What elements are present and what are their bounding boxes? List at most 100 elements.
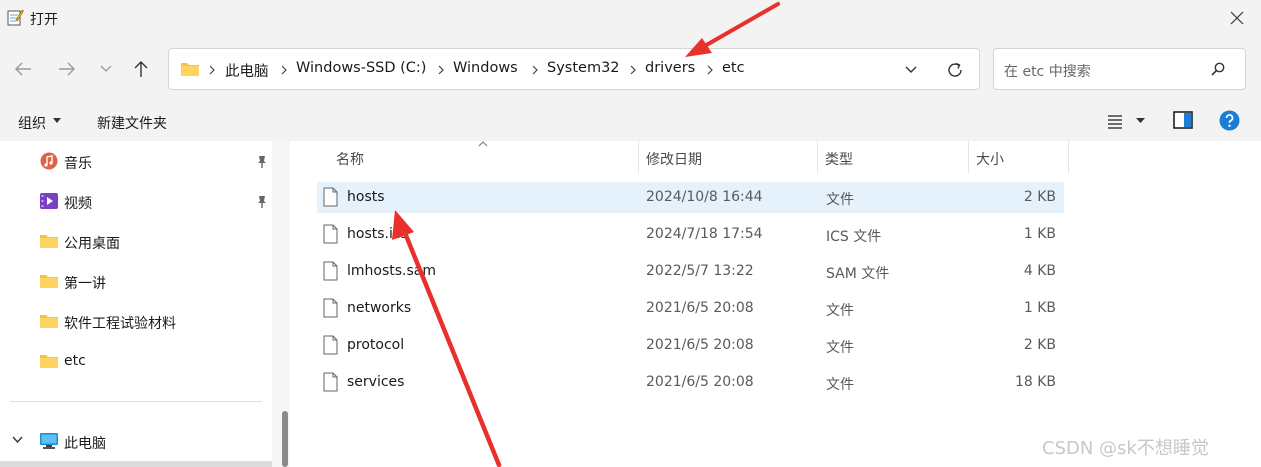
column-header-type[interactable]: 类型	[825, 149, 853, 169]
file-modified: 2021/6/5 20:08	[646, 300, 754, 316]
new-folder-button[interactable]: 新建文件夹	[97, 113, 167, 133]
file-type: ICS 文件	[826, 229, 882, 245]
music-icon	[40, 152, 58, 170]
file-modified: 2021/6/5 20:08	[646, 374, 754, 390]
sidebar-item-label: 视频	[64, 196, 92, 212]
file-type: SAM 文件	[826, 266, 890, 282]
file-modified: 2024/7/18 17:54	[646, 226, 763, 242]
caret-down-icon	[53, 118, 61, 123]
breadcrumb-drive-c[interactable]: Windows-SSD (C:)	[296, 60, 426, 76]
up-button[interactable]	[128, 56, 154, 82]
arrow-up-icon	[134, 61, 148, 77]
breadcrumb-this-pc[interactable]: 此电脑	[225, 60, 269, 81]
column-divider[interactable]	[817, 141, 818, 173]
help-icon[interactable]	[1219, 110, 1240, 131]
breadcrumb-system32[interactable]: System32	[547, 60, 620, 76]
search-box[interactable]: 在 etc 中搜索	[993, 48, 1246, 90]
search-input[interactable]: 在 etc 中搜索	[1004, 61, 1091, 81]
close-button[interactable]	[1224, 6, 1250, 30]
file-icon	[323, 224, 338, 244]
file-size: 18 KB	[1014, 374, 1056, 390]
table-row[interactable]: services 2021/6/5 20:08 文件 18 KB	[317, 367, 1064, 398]
close-icon	[1230, 11, 1244, 25]
column-divider[interactable]	[968, 141, 969, 173]
chevron-right-icon	[630, 65, 636, 75]
back-button[interactable]	[10, 56, 36, 82]
navigation-pane: 音乐 视频 公用桌面 第一讲 软件工程试验材料 etc 此电脑	[0, 141, 290, 467]
file-size: 2 KB	[1023, 189, 1056, 205]
file-modified: 2021/6/5 20:08	[646, 337, 754, 353]
file-icon	[323, 372, 338, 392]
file-type: 文件	[826, 377, 854, 393]
file-icon	[323, 187, 338, 207]
file-name: protocol	[347, 337, 405, 353]
arrow-right-icon	[59, 62, 75, 76]
caret-down-icon[interactable]	[1136, 118, 1145, 124]
sidebar-item-music[interactable]: 音乐	[0, 143, 280, 179]
column-header-name[interactable]: 名称	[336, 149, 364, 169]
title-bar: 打开	[0, 0, 1261, 36]
command-toolbar: 组织 新建文件夹	[0, 100, 1261, 141]
preview-pane-icon[interactable]	[1173, 111, 1193, 129]
file-type: 文件	[826, 340, 854, 356]
chevron-right-icon	[532, 65, 538, 75]
breadcrumb-drivers[interactable]: drivers	[645, 60, 695, 76]
selected-item-highlight	[0, 461, 272, 467]
file-type: 文件	[826, 192, 854, 208]
column-header-size[interactable]: 大小	[976, 149, 1004, 169]
sidebar-item-label: 第一讲	[64, 276, 106, 292]
column-divider[interactable]	[638, 141, 639, 173]
table-row[interactable]: hosts.ics 2024/7/18 17:54 ICS 文件 1 KB	[317, 219, 1064, 250]
pin-icon[interactable]	[255, 155, 269, 169]
file-size: 1 KB	[1023, 226, 1056, 242]
table-row[interactable]: networks 2021/6/5 20:08 文件 1 KB	[317, 293, 1064, 324]
file-modified: 2024/10/8 16:44	[646, 189, 763, 205]
address-bar[interactable]: 此电脑 Windows-SSD (C:) Windows System32 dr…	[168, 48, 980, 90]
sidebar-item-lecture-one[interactable]: 第一讲	[0, 263, 280, 299]
breadcrumb-etc[interactable]: etc	[722, 60, 745, 76]
file-icon	[323, 335, 338, 355]
table-row[interactable]: protocol 2021/6/5 20:08 文件 2 KB	[317, 330, 1064, 361]
computer-icon	[40, 433, 58, 449]
chevron-down-icon	[100, 65, 112, 72]
refresh-icon[interactable]	[946, 61, 964, 79]
sidebar-item-this-pc[interactable]: 此电脑	[0, 423, 280, 459]
file-size: 4 KB	[1023, 263, 1056, 279]
file-size: 2 KB	[1023, 337, 1056, 353]
pin-icon[interactable]	[255, 195, 269, 209]
view-list-icon[interactable]	[1106, 113, 1124, 129]
folder-icon	[40, 315, 58, 328]
sidebar-item-label: etc	[64, 353, 86, 369]
sidebar-item-etc[interactable]: etc	[0, 343, 280, 379]
organize-button[interactable]: 组织	[18, 113, 46, 133]
column-header-modified[interactable]: 修改日期	[646, 149, 702, 169]
sidebar-item-videos[interactable]: 视频	[0, 183, 280, 219]
file-size: 1 KB	[1023, 300, 1056, 316]
sidebar-item-software-engineering[interactable]: 软件工程试验材料	[0, 303, 280, 339]
chevron-right-icon	[707, 65, 713, 75]
folder-icon	[40, 275, 58, 288]
breadcrumb-windows[interactable]: Windows	[453, 60, 518, 76]
table-row[interactable]: lmhosts.sam 2022/5/7 13:22 SAM 文件 4 KB	[317, 256, 1064, 287]
sidebar-divider	[10, 401, 262, 402]
sidebar-scroll-thumb[interactable]	[282, 411, 288, 467]
search-icon[interactable]	[1210, 61, 1226, 77]
recent-locations-button[interactable]	[93, 56, 119, 82]
table-row[interactable]: hosts 2024/10/8 16:44 文件 2 KB	[317, 182, 1064, 213]
navigation-row: 此电脑 Windows-SSD (C:) Windows System32 dr…	[0, 36, 1261, 100]
column-divider[interactable]	[1068, 141, 1069, 173]
chevron-right-icon	[438, 65, 444, 75]
file-name: networks	[347, 300, 412, 316]
sidebar-item-label: 音乐	[64, 156, 92, 172]
file-name: hosts.ics	[347, 226, 408, 242]
sidebar-item-label: 软件工程试验材料	[64, 316, 176, 332]
sidebar-item-public-desktop[interactable]: 公用桌面	[0, 223, 280, 259]
forward-button[interactable]	[54, 56, 80, 82]
file-list: 名称 修改日期 类型 大小 hosts 2024/10/8 16:44 文件 2…	[290, 141, 1261, 467]
chevron-down-icon[interactable]	[903, 62, 919, 78]
chevron-down-icon[interactable]	[12, 436, 23, 444]
chevron-right-icon	[281, 65, 287, 75]
file-name: services	[347, 374, 405, 390]
folder-icon	[40, 235, 58, 248]
notepad-icon	[7, 9, 24, 26]
